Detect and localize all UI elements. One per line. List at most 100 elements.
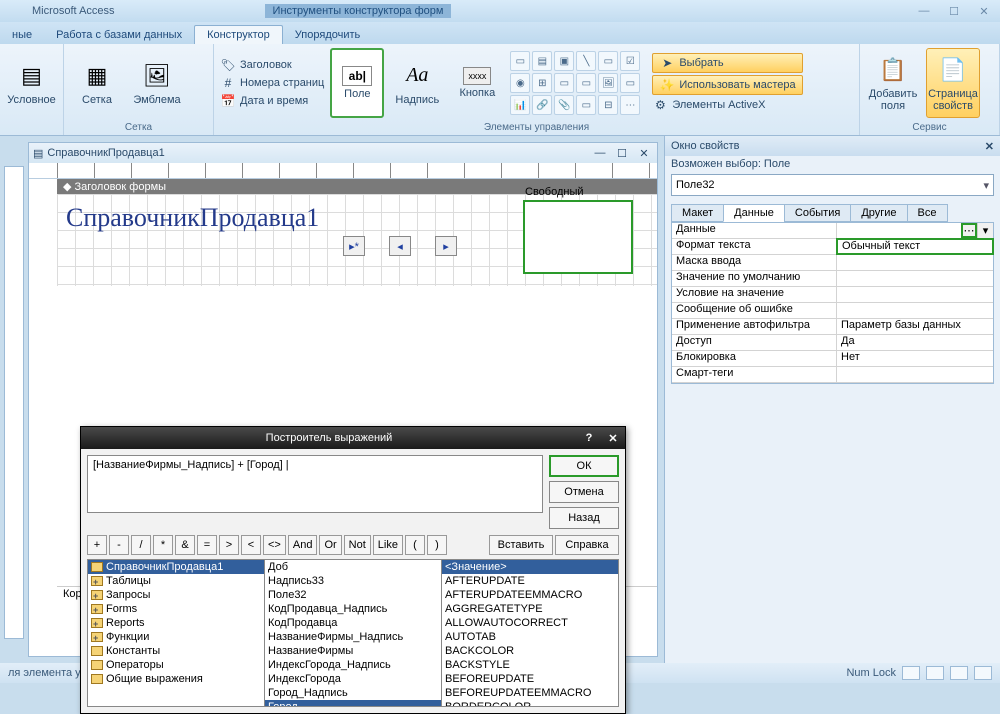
opt-icon[interactable]: ◉ bbox=[510, 73, 530, 93]
cat-item-constants[interactable]: Константы bbox=[88, 644, 264, 658]
form-close[interactable]: ✕ bbox=[635, 147, 653, 160]
op-not[interactable]: Not bbox=[344, 535, 371, 555]
value-item[interactable]: ALLOWAUTOCORRECT bbox=[442, 616, 618, 630]
expression-textbox[interactable]: [НазваниеФирмы_Надпись] + [Город] | bbox=[87, 455, 543, 513]
field-item[interactable]: Поле32 bbox=[265, 588, 441, 602]
tab-layout[interactable]: Макет bbox=[671, 204, 724, 222]
close-button[interactable]: ✕ bbox=[972, 4, 996, 18]
field-list[interactable]: Доб Надпись33 Поле32 КодПродавца_Надпись… bbox=[265, 559, 442, 707]
ole-icon[interactable]: ▭ bbox=[576, 95, 596, 115]
label-control-button[interactable]: AaНадпись bbox=[390, 48, 444, 118]
prop-row-filter[interactable]: Применение автофильтраПараметр базы данн… bbox=[672, 319, 993, 335]
back-button[interactable]: Назад bbox=[549, 507, 619, 529]
dialog-help-button[interactable]: ? bbox=[577, 432, 601, 444]
prop-row-smarttags[interactable]: Смарт-теги bbox=[672, 367, 993, 383]
button-control-button[interactable]: xxxxКнопка bbox=[450, 48, 504, 118]
brk-icon[interactable]: ⊟ bbox=[598, 95, 618, 115]
dialog-close-button[interactable]: ✕ bbox=[601, 432, 625, 445]
property-object-selector[interactable]: Поле32 ▾ bbox=[671, 174, 994, 196]
tab-1[interactable]: ные bbox=[0, 26, 44, 44]
vertical-tab[interactable] bbox=[4, 166, 24, 639]
value-item[interactable]: BORDERCOLOR bbox=[442, 700, 618, 707]
prop-row-data[interactable]: Данные▾⋯ bbox=[672, 223, 993, 239]
op-plus[interactable]: + bbox=[87, 535, 107, 555]
tab-all[interactable]: Все bbox=[907, 204, 948, 222]
value-list[interactable]: <Значение> AFTERUPDATE AFTERUPDATEEMMACR… bbox=[442, 559, 619, 707]
insert-button[interactable]: Вставить bbox=[489, 535, 553, 555]
form-maximize[interactable]: ☐ bbox=[613, 147, 631, 160]
cat-item-tables[interactable]: Таблицы bbox=[88, 574, 264, 588]
tab-design[interactable]: Конструктор bbox=[194, 25, 283, 44]
dialog-titlebar[interactable]: Построитель выражений ? ✕ bbox=[81, 427, 625, 449]
op-and[interactable]: And bbox=[288, 535, 318, 555]
op-div[interactable]: / bbox=[131, 535, 151, 555]
category-list[interactable]: СправочникПродавца1 Таблицы Запросы Form… bbox=[87, 559, 265, 707]
value-item[interactable]: BACKCOLOR bbox=[442, 644, 618, 658]
att-icon[interactable]: 📎 bbox=[554, 95, 574, 115]
op-amp[interactable]: & bbox=[175, 535, 195, 555]
field-item[interactable]: НазваниеФирмы_Надпись bbox=[265, 630, 441, 644]
horizontal-ruler[interactable] bbox=[29, 163, 657, 179]
op-mul[interactable]: * bbox=[153, 535, 173, 555]
cat-item-functions[interactable]: Функции bbox=[88, 630, 264, 644]
field-item[interactable]: Надпись33 bbox=[265, 574, 441, 588]
title-button[interactable]: 🏷Заголовок bbox=[220, 57, 324, 73]
datetime-button[interactable]: 📅Дата и время bbox=[220, 93, 324, 109]
list-icon[interactable]: ▤ bbox=[532, 51, 552, 71]
grid-button[interactable]: ▦Сетка bbox=[70, 48, 124, 118]
use-wizard-button[interactable]: ✨Использовать мастера bbox=[652, 75, 802, 95]
dropdown-button[interactable]: ▾ bbox=[977, 223, 993, 238]
prop-row-enabled[interactable]: ДоступДа bbox=[672, 335, 993, 351]
builder-button[interactable]: ⋯ bbox=[961, 223, 977, 238]
op-rparen[interactable]: ) bbox=[427, 535, 447, 555]
view-design-button[interactable] bbox=[974, 666, 992, 680]
chart-icon[interactable]: 📊 bbox=[510, 95, 530, 115]
op-or[interactable]: Or bbox=[319, 535, 341, 555]
field-item[interactable]: КодПродавца bbox=[265, 616, 441, 630]
cat-item-reports[interactable]: Reports bbox=[88, 616, 264, 630]
prop-row-locked[interactable]: БлокировкаНет bbox=[672, 351, 993, 367]
value-item[interactable]: AFTERUPDATEEMMACRO bbox=[442, 588, 618, 602]
op-eq[interactable]: = bbox=[197, 535, 217, 555]
cat-item-forms[interactable]: Forms bbox=[88, 602, 264, 616]
cat-item-queries[interactable]: Запросы bbox=[88, 588, 264, 602]
prop-row-validationtext[interactable]: Сообщение об ошибке bbox=[672, 303, 993, 319]
select-button[interactable]: ➤Выбрать bbox=[652, 53, 802, 73]
tab-other[interactable]: Другие bbox=[850, 204, 907, 222]
minimize-button[interactable]: — bbox=[912, 4, 936, 18]
field-item[interactable]: Доб bbox=[265, 560, 441, 574]
op-like[interactable]: Like bbox=[373, 535, 403, 555]
field-item[interactable]: НазваниеФирмы bbox=[265, 644, 441, 658]
textbox-control-button[interactable]: ab|Поле bbox=[330, 48, 384, 118]
prop-row-inputmask[interactable]: Маска ввода bbox=[672, 255, 993, 271]
property-sheet-button[interactable]: 📄Страница свойств bbox=[926, 48, 980, 118]
pagenumbers-button[interactable]: #Номера страниц bbox=[220, 75, 324, 91]
op-ne[interactable]: <> bbox=[263, 535, 286, 555]
form-caption-label[interactable]: СправочникПродавца1 bbox=[63, 202, 322, 234]
nav-prev-button[interactable]: ◂ bbox=[389, 236, 411, 256]
value-item[interactable]: BACKSTYLE bbox=[442, 658, 618, 672]
value-item-selected[interactable]: <Значение> bbox=[442, 560, 618, 574]
tab-data[interactable]: Данные bbox=[723, 204, 785, 222]
cancel-button[interactable]: Отмена bbox=[549, 481, 619, 503]
field-item[interactable]: КодПродавца_Надпись bbox=[265, 602, 441, 616]
chk-icon[interactable]: ☑ bbox=[620, 51, 640, 71]
field-item-selected[interactable]: Город bbox=[265, 700, 441, 707]
conditional-button[interactable]: ▤Условное bbox=[6, 48, 57, 118]
maximize-button[interactable]: ☐ bbox=[942, 4, 966, 18]
nav-next-button[interactable]: ▸ bbox=[435, 236, 457, 256]
value-item[interactable]: AFTERUPDATE bbox=[442, 574, 618, 588]
logo-button[interactable]: 🖼Эмблема bbox=[130, 48, 184, 118]
op-gt[interactable]: > bbox=[219, 535, 239, 555]
tab-events[interactable]: События bbox=[784, 204, 851, 222]
rect-icon[interactable]: ▭ bbox=[598, 51, 618, 71]
tab-icon[interactable]: ▭ bbox=[554, 73, 574, 93]
view-datasheet-button[interactable] bbox=[926, 666, 944, 680]
cat-item-form[interactable]: СправочникПродавца1 bbox=[88, 560, 264, 574]
prop-row-default[interactable]: Значение по умолчанию bbox=[672, 271, 993, 287]
cat-item-operators[interactable]: Операторы bbox=[88, 658, 264, 672]
help-button[interactable]: Справка bbox=[555, 535, 619, 555]
form-minimize[interactable]: — bbox=[591, 147, 609, 159]
page-icon[interactable]: ▭ bbox=[576, 73, 596, 93]
sub-icon[interactable]: ▣ bbox=[554, 51, 574, 71]
